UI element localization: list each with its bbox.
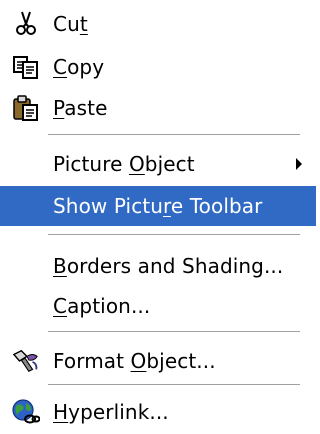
menu-item-label: Cut: [53, 12, 88, 36]
copy-icon: [12, 53, 40, 81]
hyperlink-globe-icon: [12, 398, 40, 426]
scissors-icon: [12, 10, 40, 38]
menu-item-label: Caption...: [53, 294, 151, 318]
context-menu: Cut Copy Paste Picture Object Show Pictu…: [0, 0, 320, 434]
menu-item-cut[interactable]: Cut: [0, 4, 316, 44]
menu-item-caption[interactable]: Caption...: [0, 286, 316, 326]
menu-item-label: Format Object...: [53, 349, 216, 373]
menu-item-copy[interactable]: Copy: [0, 47, 316, 87]
menu-item-label: Borders and Shading...: [53, 254, 284, 278]
menu-item-show-picture-toolbar[interactable]: Show Picture Toolbar: [0, 186, 316, 226]
menu-separator: [48, 331, 300, 332]
menu-item-label: Paste: [53, 96, 108, 120]
menu-separator: [48, 234, 300, 235]
submenu-arrow-icon: [296, 158, 302, 170]
menu-item-label: Hyperlink...: [53, 400, 169, 424]
menu-item-picture-object[interactable]: Picture Object: [0, 144, 316, 184]
menu-item-format-object[interactable]: Format Object...: [0, 341, 316, 381]
menu-item-label: Show Picture Toolbar: [53, 194, 263, 218]
paste-icon: [12, 94, 40, 122]
format-object-icon: [12, 347, 40, 375]
menu-separator: [48, 134, 300, 135]
menu-item-label: Copy: [53, 55, 105, 79]
menu-separator: [48, 384, 300, 385]
menu-item-paste[interactable]: Paste: [0, 88, 316, 128]
menu-item-label: Picture Object: [53, 152, 195, 176]
menu-item-hyperlink[interactable]: Hyperlink...: [0, 392, 316, 432]
menu-item-borders-and-shading[interactable]: Borders and Shading...: [0, 246, 316, 286]
